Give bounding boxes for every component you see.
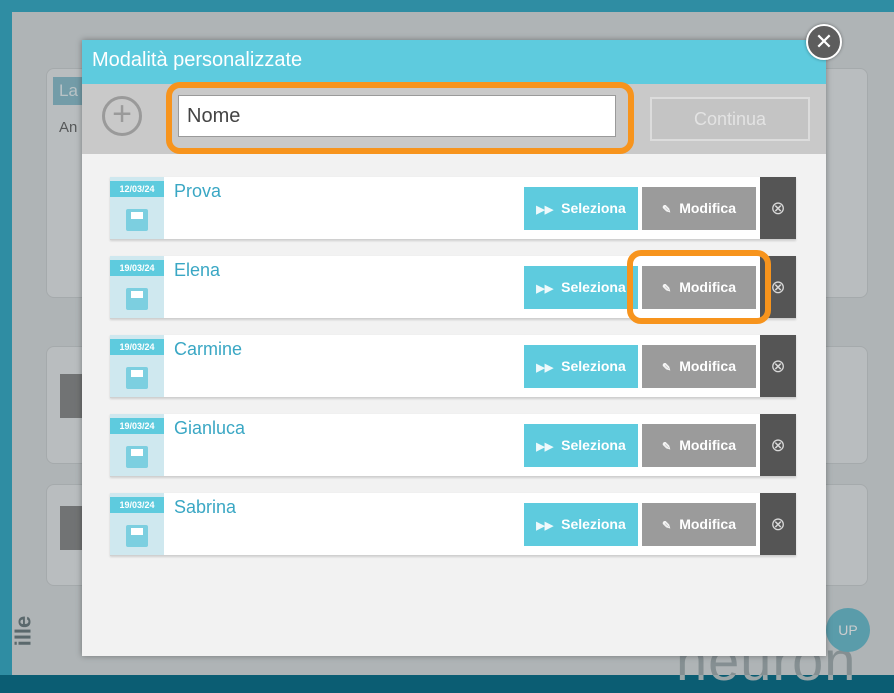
entry-date-column: 12/03/24 [110,177,164,239]
modal-header: Modalità personalizzate [82,40,826,84]
modify-button[interactable]: ✎ Modifica [642,503,756,546]
delete-button[interactable]: ⊗ [760,335,796,397]
mode-list-item: 12/03/24 Prova ▶▶ Seleziona ✎ Modifica ⊗ [110,177,796,240]
modal-title: Modalità personalizzate [92,49,303,71]
delete-icon: ⊗ [770,514,786,534]
modify-button[interactable]: ✎ Modifica [642,266,756,309]
delete-icon: ⊗ [770,198,786,218]
entry-date: 19/03/24 [110,339,164,355]
edit-icon: ✎ [662,441,672,453]
custom-modes-modal: Modalità personalizzate + Continua 12/03… [82,40,826,656]
save-icon [126,446,148,468]
delete-icon: ⊗ [770,277,786,297]
save-icon [126,288,148,310]
select-button-label: Seleziona [561,279,626,295]
select-button[interactable]: ▶▶ Seleziona [524,266,638,309]
modify-button[interactable]: ✎ Modifica [642,424,756,467]
modify-button-label: Modifica [679,358,736,374]
modify-button-label: Modifica [679,200,736,216]
fast-forward-icon: ▶▶ [536,520,554,532]
continue-button[interactable]: Continua [650,97,810,141]
entry-date: 12/03/24 [110,181,164,197]
delete-button[interactable]: ⊗ [760,493,796,555]
mode-list-item: 19/03/24 Carmine ▶▶ Seleziona ✎ Modifica ⊗ [110,335,796,398]
edit-icon: ✎ [662,362,672,374]
entry-name: Elena [174,260,221,280]
plus-circle-icon: + [112,95,132,133]
modify-button-label: Modifica [679,437,736,453]
delete-icon: ⊗ [770,356,786,376]
close-icon: ✕ [814,29,834,54]
select-button[interactable]: ▶▶ Seleziona [524,345,638,388]
close-modal-button[interactable]: ✕ [806,24,842,60]
entry-date-column: 19/03/24 [110,335,164,397]
select-button[interactable]: ▶▶ Seleziona [524,187,638,230]
save-icon [126,525,148,547]
fast-forward-icon: ▶▶ [536,204,554,216]
entry-name: Gianluca [174,418,246,438]
entry-name: Sabrina [174,497,237,517]
mode-list-item: 19/03/24 Elena ▶▶ Seleziona ✎ Modifica ⊗ [110,256,796,319]
mode-list-item: 19/03/24 Sabrina ▶▶ Seleziona ✎ Modifica ⊗ [110,493,796,556]
fast-forward-icon: ▶▶ [536,362,554,374]
edit-icon: ✎ [662,283,672,295]
entry-date: 19/03/24 [110,418,164,434]
add-mode-button[interactable]: + [102,96,142,136]
delete-icon: ⊗ [770,435,786,455]
entry-date: 19/03/24 [110,260,164,276]
name-input[interactable] [178,95,616,137]
entry-date-column: 19/03/24 [110,493,164,555]
select-button[interactable]: ▶▶ Seleziona [524,503,638,546]
edit-icon: ✎ [662,520,672,532]
fast-forward-icon: ▶▶ [536,283,554,295]
entry-date-column: 19/03/24 [110,414,164,476]
modify-button-label: Modifica [679,516,736,532]
select-button-label: Seleziona [561,200,626,216]
modify-button-label: Modifica [679,279,736,295]
modify-button[interactable]: ✎ Modifica [642,187,756,230]
entry-date-column: 19/03/24 [110,256,164,318]
delete-button[interactable]: ⊗ [760,256,796,318]
select-button-label: Seleziona [561,437,626,453]
save-icon [126,367,148,389]
delete-button[interactable]: ⊗ [760,177,796,239]
fast-forward-icon: ▶▶ [536,441,554,453]
mode-list-item: 19/03/24 Gianluca ▶▶ Seleziona ✎ Modifica … [110,414,796,477]
modify-button[interactable]: ✎ Modifica [642,345,756,388]
edit-icon: ✎ [662,204,672,216]
entry-name: Prova [174,181,222,201]
select-button-label: Seleziona [561,516,626,532]
save-icon [126,209,148,231]
modal-toolbar: + Continua [82,84,826,154]
entry-name: Carmine [174,339,243,359]
select-button[interactable]: ▶▶ Seleziona [524,424,638,467]
select-button-label: Seleziona [561,358,626,374]
delete-button[interactable]: ⊗ [760,414,796,476]
entry-date: 19/03/24 [110,497,164,513]
